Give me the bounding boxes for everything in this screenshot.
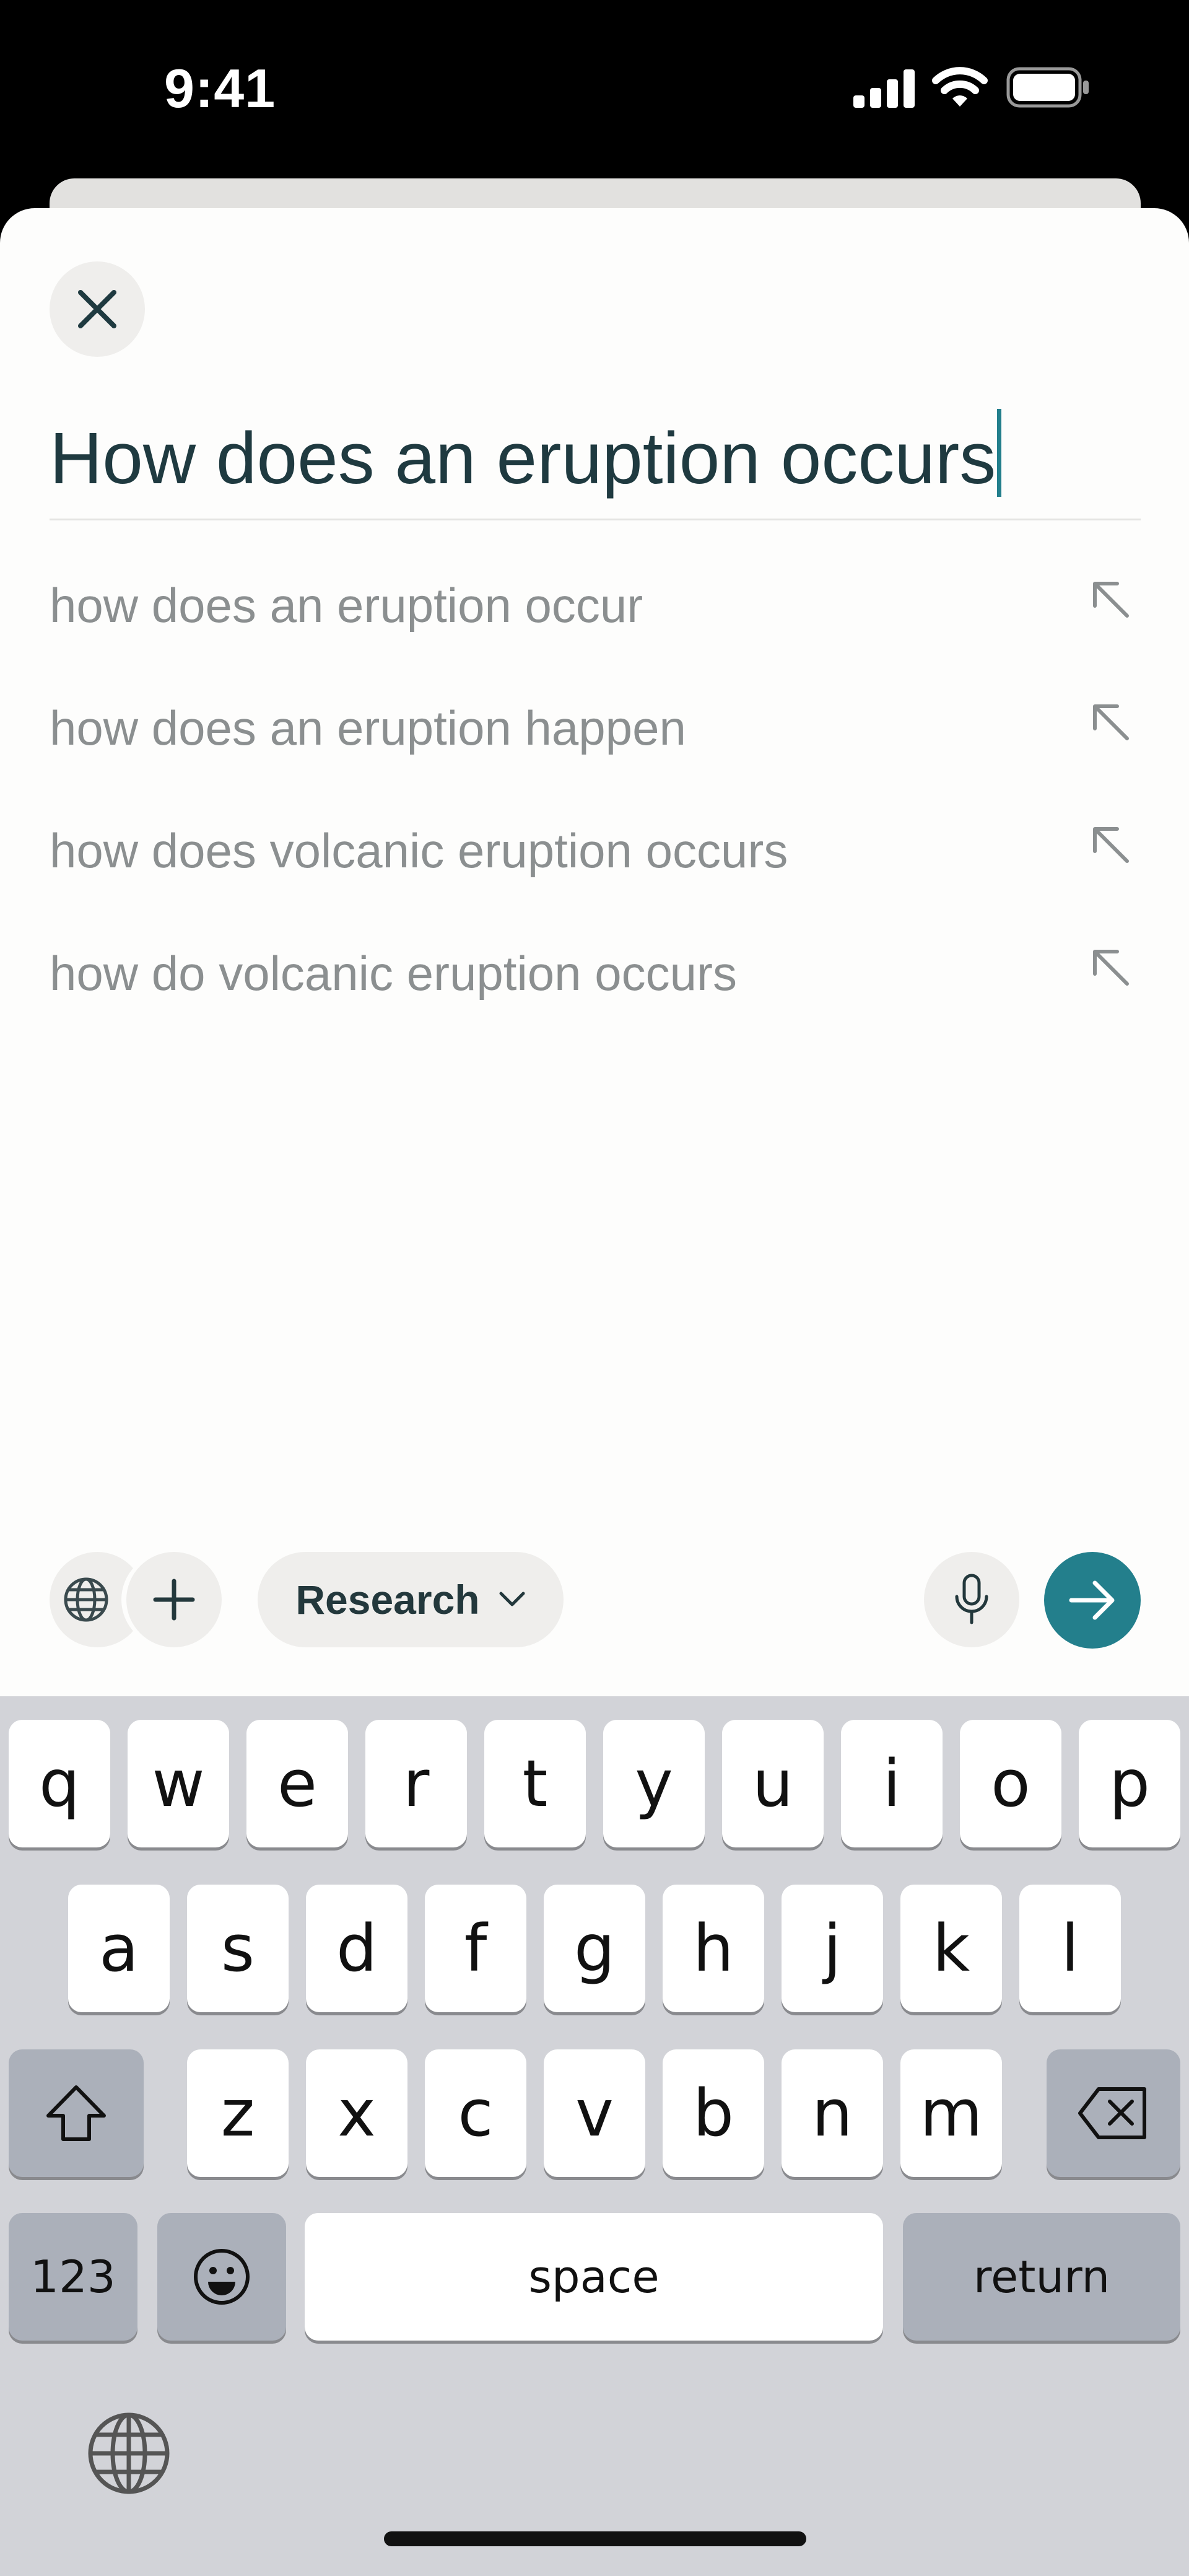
battery-icon — [1006, 67, 1089, 108]
fill-suggestion-arrow-icon[interactable] — [1089, 700, 1133, 745]
key-s[interactable]: s — [187, 1885, 289, 2012]
chevron-down-icon — [499, 1592, 525, 1606]
key-g[interactable]: g — [544, 1885, 645, 2012]
backspace-icon — [1078, 2087, 1146, 2139]
backspace-key[interactable] — [1047, 2049, 1180, 2177]
shift-icon — [46, 2085, 106, 2141]
plus-icon — [153, 1579, 195, 1621]
key-h[interactable]: h — [663, 1885, 764, 2012]
key-q[interactable]: q — [9, 1720, 110, 1847]
key-r[interactable]: r — [365, 1720, 467, 1847]
key-l[interactable]: l — [1019, 1885, 1121, 2012]
key-e[interactable]: e — [246, 1720, 348, 1847]
wifi-icon — [932, 67, 988, 107]
key-f[interactable]: f — [425, 1885, 526, 2012]
suggestion-text: how does an eruption occur — [50, 578, 643, 633]
key-d[interactable]: d — [306, 1885, 407, 2012]
key-w[interactable]: w — [128, 1720, 229, 1847]
shift-key[interactable] — [9, 2049, 144, 2177]
key-x[interactable]: x — [306, 2049, 407, 2177]
key-n[interactable]: n — [782, 2049, 883, 2177]
return-key[interactable]: return — [903, 2213, 1180, 2341]
key-p[interactable]: p — [1079, 1720, 1180, 1847]
emoji-icon — [194, 2249, 250, 2305]
submit-search-button[interactable] — [1044, 1552, 1141, 1649]
research-mode-dropdown[interactable]: Research — [258, 1552, 564, 1647]
add-attachment-button[interactable] — [126, 1552, 222, 1647]
key-c[interactable]: c — [425, 2049, 526, 2177]
search-query-value: How does an eruption occurs — [50, 418, 996, 499]
suggestion-text: how does volcanic eruption occurs — [50, 823, 788, 878]
text-caret — [997, 409, 1002, 497]
key-i[interactable]: i — [841, 1720, 943, 1847]
key-t[interactable]: t — [484, 1720, 586, 1847]
fill-suggestion-arrow-icon[interactable] — [1089, 823, 1133, 867]
search-query-text: How does an eruption occurs — [50, 409, 1002, 503]
suggestion-text: how does an eruption happen — [50, 701, 686, 755]
suggestion-text: how do volcanic eruption occurs — [50, 946, 737, 1001]
key-k[interactable]: k — [900, 1885, 1002, 2012]
status-bar: 9:41 — [0, 0, 1189, 180]
microphone-icon — [955, 1574, 988, 1624]
key-m[interactable]: m — [900, 2049, 1002, 2177]
suggestion-item[interactable]: how do volcanic eruption occurs — [50, 919, 1141, 1019]
suggestion-item[interactable]: how does an eruption occur — [50, 551, 1141, 651]
suggestion-item[interactable]: how does volcanic eruption occurs — [50, 797, 1141, 896]
close-button[interactable] — [50, 261, 145, 357]
suggestion-item[interactable]: how does an eruption happen — [50, 674, 1141, 773]
globe-icon — [64, 1577, 108, 1622]
key-o[interactable]: o — [960, 1720, 1061, 1847]
key-u[interactable]: u — [722, 1720, 824, 1847]
key-b[interactable]: b — [663, 2049, 764, 2177]
key-z[interactable]: z — [187, 2049, 289, 2177]
numbers-key[interactable]: 123 — [9, 2213, 137, 2341]
key-v[interactable]: v — [544, 2049, 645, 2177]
keyboard: q w e r t y u i o p a s d f g h j k l z … — [0, 1696, 1189, 2576]
fill-suggestion-arrow-icon[interactable] — [1089, 577, 1133, 622]
cellular-signal-icon — [853, 69, 915, 108]
close-icon — [78, 290, 116, 328]
research-mode-label: Research — [295, 1577, 480, 1623]
search-input[interactable]: How does an eruption occurs — [50, 396, 1141, 520]
keyboard-language-globe-icon[interactable] — [85, 2410, 172, 2497]
emoji-key[interactable] — [157, 2213, 286, 2341]
key-a[interactable]: a — [68, 1885, 170, 2012]
key-j[interactable]: j — [782, 1885, 883, 2012]
space-key[interactable]: space — [305, 2213, 883, 2341]
fill-suggestion-arrow-icon[interactable] — [1089, 945, 1133, 990]
arrow-right-icon — [1069, 1580, 1115, 1620]
home-indicator — [384, 2531, 806, 2546]
status-time: 9:41 — [164, 58, 276, 119]
voice-input-button[interactable] — [924, 1552, 1019, 1647]
key-y[interactable]: y — [603, 1720, 705, 1847]
